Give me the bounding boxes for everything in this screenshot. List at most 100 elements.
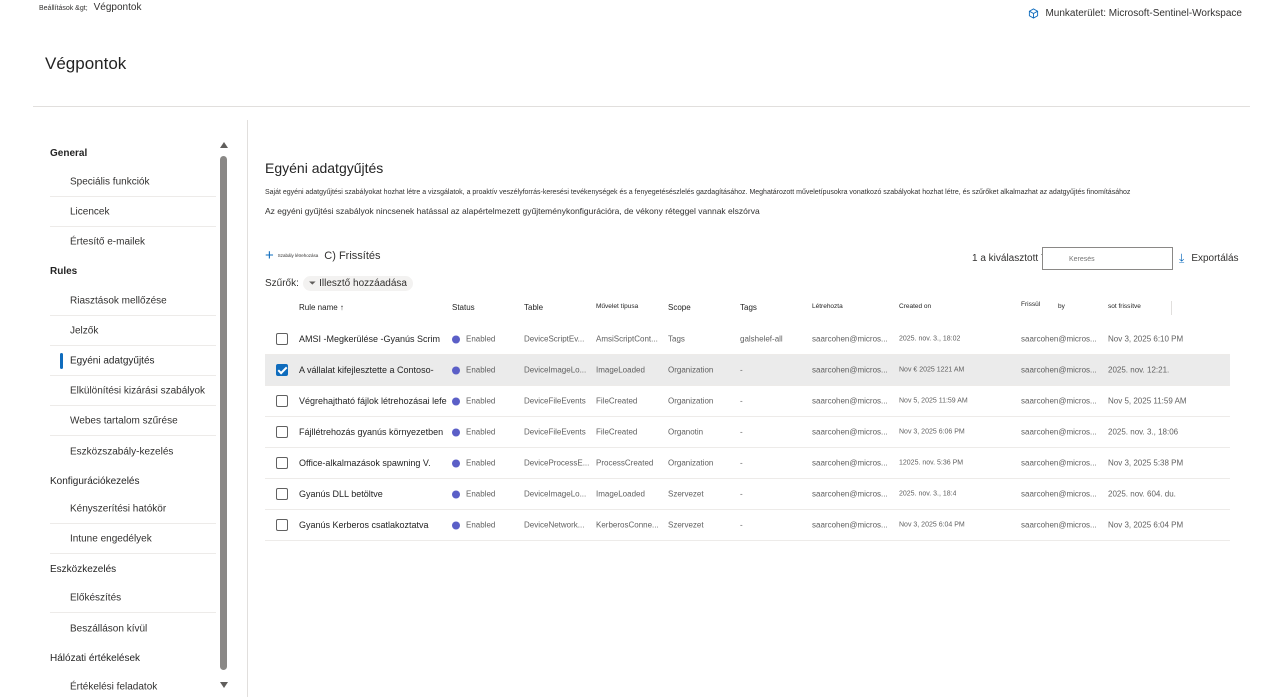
workspace-selector[interactable]: Munkaterület: Microsoft-Sentinel-Workspa… xyxy=(1028,8,1242,19)
table-row[interactable]: Végrehajtható fájlok létrehozásai lefelé… xyxy=(265,386,1230,417)
sidebar-item-onboarding[interactable]: Előkészítés xyxy=(50,583,216,613)
row-checkbox[interactable] xyxy=(276,519,288,531)
table-row[interactable]: Office-alkalmazások spawning V. Enabled De… xyxy=(265,448,1230,479)
search-input[interactable] xyxy=(1043,249,1172,270)
sidebar-item-indicators[interactable]: Jelzők xyxy=(50,316,216,346)
rules-table: Rule name ↑ Status Table Művelet típusa … xyxy=(265,297,1230,541)
status-badge: Enabled xyxy=(452,397,495,406)
status-text: Enabled xyxy=(466,520,496,530)
created-by-cell: saarcohen@micros... xyxy=(812,365,888,375)
rule-name-cell[interactable]: Gyanús DLL betöltve xyxy=(299,489,447,499)
updated-cell: Nov 5, 2025 11:59 AM xyxy=(1108,396,1187,406)
rule-name-cell[interactable]: Gyanús Kerberos csatlakoztatva xyxy=(299,520,447,530)
created-by-cell: saarcohen@micros... xyxy=(812,489,888,499)
tags-cell: - xyxy=(740,520,743,530)
sidebar-item-enforcement-scope[interactable]: Kényszerítési hatókör xyxy=(50,494,216,524)
rule-name-cell[interactable]: Végrehajtható fájlok létrehozásai lefelé xyxy=(299,396,447,406)
action-cell: ImageLoaded xyxy=(596,365,645,375)
create-rule-button[interactable]: + Szabály létrehozása xyxy=(265,248,318,263)
status-dot-icon xyxy=(452,397,460,405)
table-row[interactable]: AMSI -Megkerülése -Gyanús Scrim Enabled De… xyxy=(265,324,1230,355)
action-cell: FileCreated xyxy=(596,396,638,406)
table-cell: DeviceProcessE... xyxy=(524,458,590,468)
sidebar-scrollbar[interactable] xyxy=(220,140,228,689)
created-by-cell: saarcohen@micros... xyxy=(812,334,888,344)
created-on-cell: Nov € 2025 1221 AM xyxy=(899,366,965,374)
nav-group-device-management: Eszközkezelés xyxy=(50,564,117,575)
status-badge: Enabled xyxy=(452,335,495,344)
created-on-cell: 12025. nov. 5:36 PM xyxy=(899,459,964,467)
rule-name-cell[interactable]: Office-alkalmazások spawning V. xyxy=(299,458,447,468)
row-checkbox[interactable] xyxy=(276,333,288,345)
action-cell: KerberosConne... xyxy=(596,520,659,530)
scroll-down-arrow-icon[interactable] xyxy=(220,682,228,688)
scope-cell: Szervezet xyxy=(668,520,704,530)
rule-name-cell[interactable]: A vállalat kifejlesztette a Contoso- xyxy=(299,365,447,375)
sidebar-item-web-content-filtering[interactable]: Webes tartalom szűrése xyxy=(50,406,216,436)
table-cell: DeviceFileEvents xyxy=(524,427,586,437)
header-divider xyxy=(33,106,1250,107)
sidebar-item-special-features[interactable]: Speciális funkciók xyxy=(50,167,216,197)
breadcrumb-parent[interactable]: Beállítások &gt; xyxy=(39,5,88,12)
status-dot-icon xyxy=(452,428,460,436)
status-text: Enabled xyxy=(466,427,496,437)
status-text: Enabled xyxy=(466,365,496,375)
add-filter-button[interactable]: ⏷ Illesztő hozzáadása xyxy=(302,276,413,291)
column-header-status[interactable]: Status xyxy=(452,303,475,312)
sidebar-item-licenses[interactable]: Licencek xyxy=(50,197,216,227)
column-header-action-type[interactable]: Művelet típusa xyxy=(596,303,638,310)
scrollbar-thumb[interactable] xyxy=(220,156,227,670)
column-header-last-updated[interactable]: sot frissítve xyxy=(1108,303,1141,310)
table-row[interactable]: Fájllétrehozás gyanús környezetben Enable… xyxy=(265,417,1230,448)
table-row[interactable]: Gyanús Kerberos csatlakoztatva Enabled Dev… xyxy=(265,510,1230,541)
column-header-tags[interactable]: Tags xyxy=(740,303,757,312)
updated-by-cell: saarcohen@micros... xyxy=(1021,365,1097,375)
column-header-table[interactable]: Table xyxy=(524,303,543,312)
updated-by-cell: saarcohen@micros... xyxy=(1021,520,1097,530)
sidebar-item-intune-permissions[interactable]: Intune engedélyek xyxy=(50,524,216,554)
search-box[interactable] xyxy=(1042,247,1173,270)
sidebar-item-custom-data-collection[interactable]: Egyéni adatgyűjtés xyxy=(50,346,216,376)
refresh-button[interactable]: C) Frissítés xyxy=(324,250,380,262)
scroll-up-arrow-icon[interactable] xyxy=(220,142,228,148)
row-checkbox[interactable] xyxy=(276,426,288,438)
row-checkbox[interactable] xyxy=(276,457,288,469)
column-header-created-on[interactable]: Created on xyxy=(899,303,931,310)
cube-icon xyxy=(1029,8,1039,19)
column-header-created-by[interactable]: Létrehozta xyxy=(812,303,843,310)
row-checkbox[interactable] xyxy=(276,488,288,500)
sidebar-item-assessment-jobs[interactable]: Értékelési feladatok xyxy=(50,672,216,697)
scope-cell: Organization xyxy=(668,458,714,468)
created-on-cell: 2025. nov. 3., 18:4 xyxy=(899,490,957,498)
created-by-cell: saarcohen@micros... xyxy=(812,520,888,530)
status-badge: Enabled xyxy=(452,428,495,437)
download-icon: ⤓ xyxy=(1179,251,1185,265)
column-header-scope[interactable]: Scope xyxy=(668,303,691,312)
section-description-note: Az egyéni gyűjtési szabályok nincsenek h… xyxy=(265,206,760,216)
table-cell: DeviceScriptEv... xyxy=(524,334,585,344)
status-dot-icon xyxy=(452,490,460,498)
status-badge: Enabled xyxy=(452,490,495,499)
rule-name-cell[interactable]: AMSI -Megkerülése -Gyanús Scrim xyxy=(299,334,447,344)
row-checkbox[interactable] xyxy=(276,395,288,407)
updated-by-cell: saarcohen@micros... xyxy=(1021,396,1097,406)
sidebar-item-email-notifications[interactable]: Értesítő e-mailek xyxy=(50,227,216,257)
status-text: Enabled xyxy=(466,458,496,468)
table-header: Rule name ↑ Status Table Művelet típusa … xyxy=(265,297,1230,319)
nav-group-rules: Rules xyxy=(50,266,78,277)
updated-cell: 2025. nov. 12:21. xyxy=(1108,365,1170,375)
table-cell: DeviceImageLo... xyxy=(524,489,587,499)
column-header-rule-name[interactable]: Rule name ↑ xyxy=(299,303,344,312)
row-checkbox[interactable] xyxy=(276,364,288,376)
sidebar-item-offboarding[interactable]: Beszálláson kívül xyxy=(50,614,216,644)
table-row[interactable]: A vállalat kifejlesztette a Contoso- Enab… xyxy=(265,355,1230,386)
action-cell: ImageLoaded xyxy=(596,489,645,499)
sidebar-item-alert-suppression[interactable]: Riasztások mellőzése xyxy=(50,286,216,316)
export-button[interactable]: ⤓ Exportálás xyxy=(1179,251,1239,266)
table-row[interactable]: Gyanús DLL betöltve Enabled DeviceImageLo.… xyxy=(265,479,1230,510)
selection-indicator xyxy=(60,353,63,369)
sidebar-item-isolation-exclusions[interactable]: Elkülönítési kizárási szabályok xyxy=(50,376,216,406)
sidebar-item-device-rules[interactable]: Eszközszabály-kezelés xyxy=(50,437,216,467)
rule-name-cell[interactable]: Fájllétrehozás gyanús környezetben xyxy=(299,427,447,437)
column-header-updated-by[interactable]: Frissül xyxy=(1021,301,1040,308)
